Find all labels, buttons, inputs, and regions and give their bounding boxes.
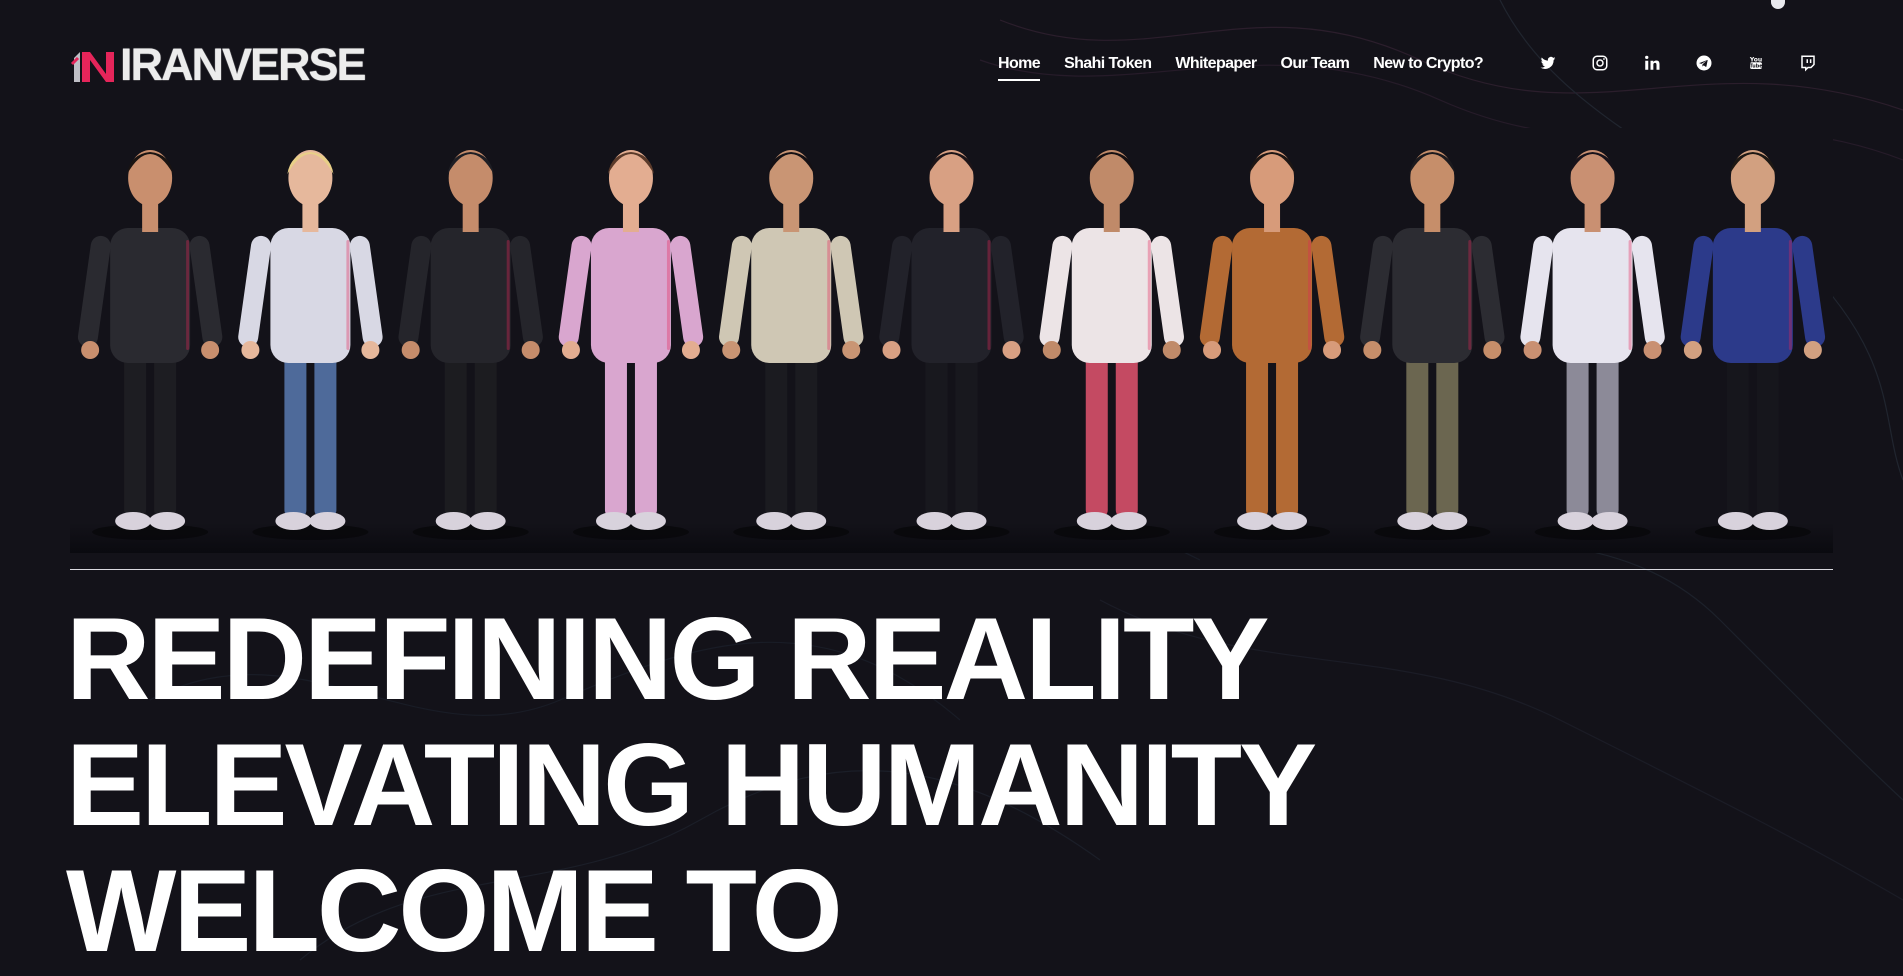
- twitter-icon[interactable]: [1539, 54, 1557, 72]
- headline-line-1: REDEFINING REALITY: [66, 593, 1270, 724]
- hero-headline: REDEFINING REALITY ELEVATING HUMANITY WE…: [66, 593, 1317, 976]
- nav-new-to-crypto[interactable]: New to Crypto?: [1373, 55, 1483, 81]
- instagram-icon[interactable]: [1591, 54, 1609, 72]
- telegram-icon[interactable]: [1695, 54, 1713, 72]
- linkedin-icon[interactable]: [1643, 54, 1661, 72]
- social-links: You Tube: [1539, 54, 1817, 72]
- logo-text: IRANVERSE: [120, 39, 367, 90]
- logo-mark-icon: [70, 52, 114, 82]
- site-logo[interactable]: IRANVERSE: [70, 39, 367, 90]
- hero-avatars-image: [70, 128, 1833, 553]
- youtube-icon[interactable]: You Tube: [1747, 54, 1765, 72]
- headline-line-2: ELEVATING HUMANITY: [66, 719, 1317, 850]
- avatars-illustration: [70, 128, 1833, 553]
- nav-whitepaper[interactable]: Whitepaper: [1175, 55, 1257, 81]
- main-navigation: Home Shahi Token Whitepaper Our Team New…: [998, 55, 1484, 81]
- hero-divider: [70, 569, 1833, 570]
- twitch-icon[interactable]: [1799, 54, 1817, 72]
- nav-our-team[interactable]: Our Team: [1281, 55, 1350, 81]
- site-header: IRANVERSE Home Shahi Token Whitepaper Ou…: [0, 0, 1903, 130]
- headline-line-3: WELCOME TO: [66, 845, 843, 976]
- nav-home[interactable]: Home: [998, 55, 1041, 81]
- svg-text:Tube: Tube: [1749, 64, 1763, 70]
- nav-shahi-token[interactable]: Shahi Token: [1064, 55, 1152, 81]
